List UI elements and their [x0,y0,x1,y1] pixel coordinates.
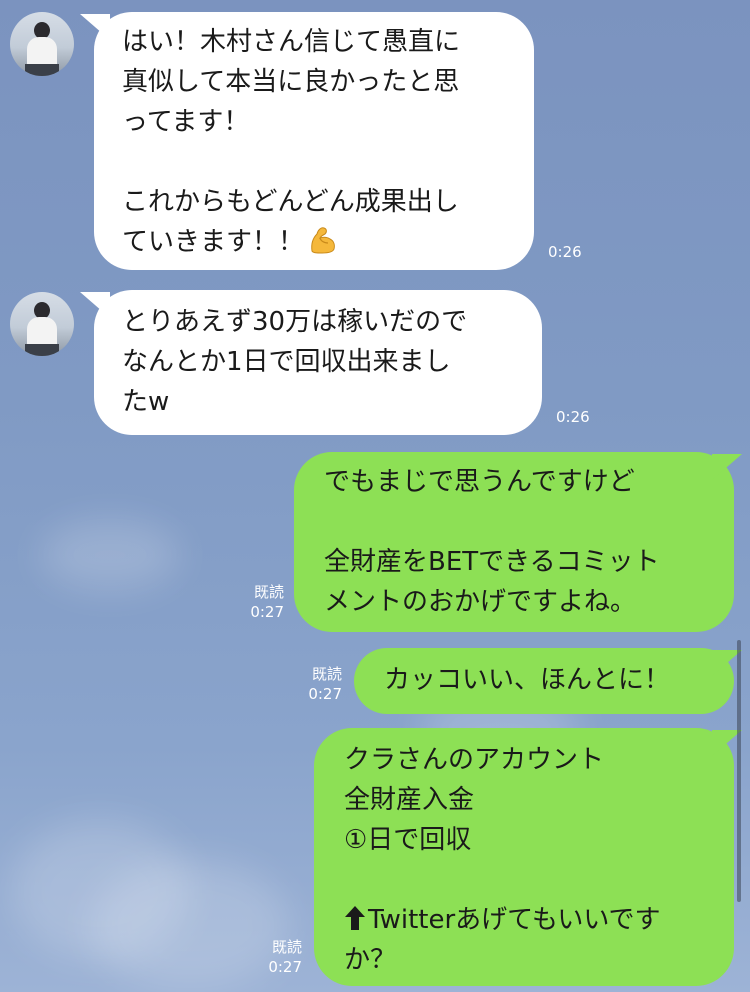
message-line: カッコいい、ほんとに！ [384,665,671,695]
message-meta: 既読 0:27 [244,937,302,977]
avatar-figure-legs [25,64,59,76]
incoming-message-bubble[interactable]: はい！木村さん信じて愚直に 真似して本当に良かったと思 ってます！ これからもど… [94,12,534,270]
avatar-figure-legs [25,344,59,356]
message-meta: 既読 0:27 [226,582,284,622]
message-timestamp: 0:27 [250,603,284,621]
outgoing-message-bubble[interactable]: カッコいい、ほんとに！ [354,648,734,714]
message-line: これからもどんどん成果出し [122,187,459,217]
message-line: 全財産をBETできるコミット [324,547,660,577]
background-cloud [40,520,180,590]
message-line-text: ていきます！！ [122,227,305,257]
message-line [344,860,734,900]
outgoing-message-bubble[interactable]: クラさんのアカウント 全財産入金 ①日で回収 Twitterあげてもいいです か… [314,728,734,986]
outgoing-message-bubble[interactable]: でもまじで思うんですけど 全財産をBETできるコミット メントのおかげですよね。 [294,452,734,632]
message-line: でもまじで思うんですけど [324,467,635,497]
avatar[interactable] [10,12,74,76]
read-receipt: 既読 [271,938,302,956]
flexed-biceps-icon [311,227,335,254]
message-line-with-icon: Twitterあげてもいいです [344,900,734,940]
message-line: 真似して本当に良かったと思 [122,67,460,97]
incoming-message-bubble[interactable]: とりあえず30万は稼いだので なんとか1日で回収出来まし たw [94,290,542,435]
avatar[interactable] [10,292,74,356]
scrollbar[interactable] [737,640,741,902]
message-line: はい！木村さん信じて愚直に [122,27,461,57]
message-timestamp: 0:27 [308,685,342,703]
message-line [324,502,734,542]
message-line-text: Twitterあげてもいいです [368,905,661,935]
message-timestamp: 0:26 [556,408,590,426]
message-line: なんとか1日で回収出来まし [122,347,451,377]
message-meta: 既読 0:27 [284,664,342,704]
message-line: ってます！ [122,107,250,137]
message-line [122,142,534,182]
read-receipt: 既読 [311,665,342,683]
message-timestamp: 0:27 [268,958,302,976]
message-line: 全財産入金 [344,785,475,815]
message-line: か？ [344,945,397,975]
message-line: たw [122,387,170,417]
message-line: ①日で回収 [344,825,472,855]
message-timestamp: 0:26 [548,243,582,261]
message-line-with-emoji: ていきます！！ [122,222,534,262]
read-receipt: 既読 [253,583,284,601]
message-line: クラさんのアカウント [344,745,605,775]
message-line: とりあえず30万は稼いだので [122,307,468,337]
up-arrow-icon [345,906,365,930]
message-line: メントのおかげですよね。 [324,587,637,617]
